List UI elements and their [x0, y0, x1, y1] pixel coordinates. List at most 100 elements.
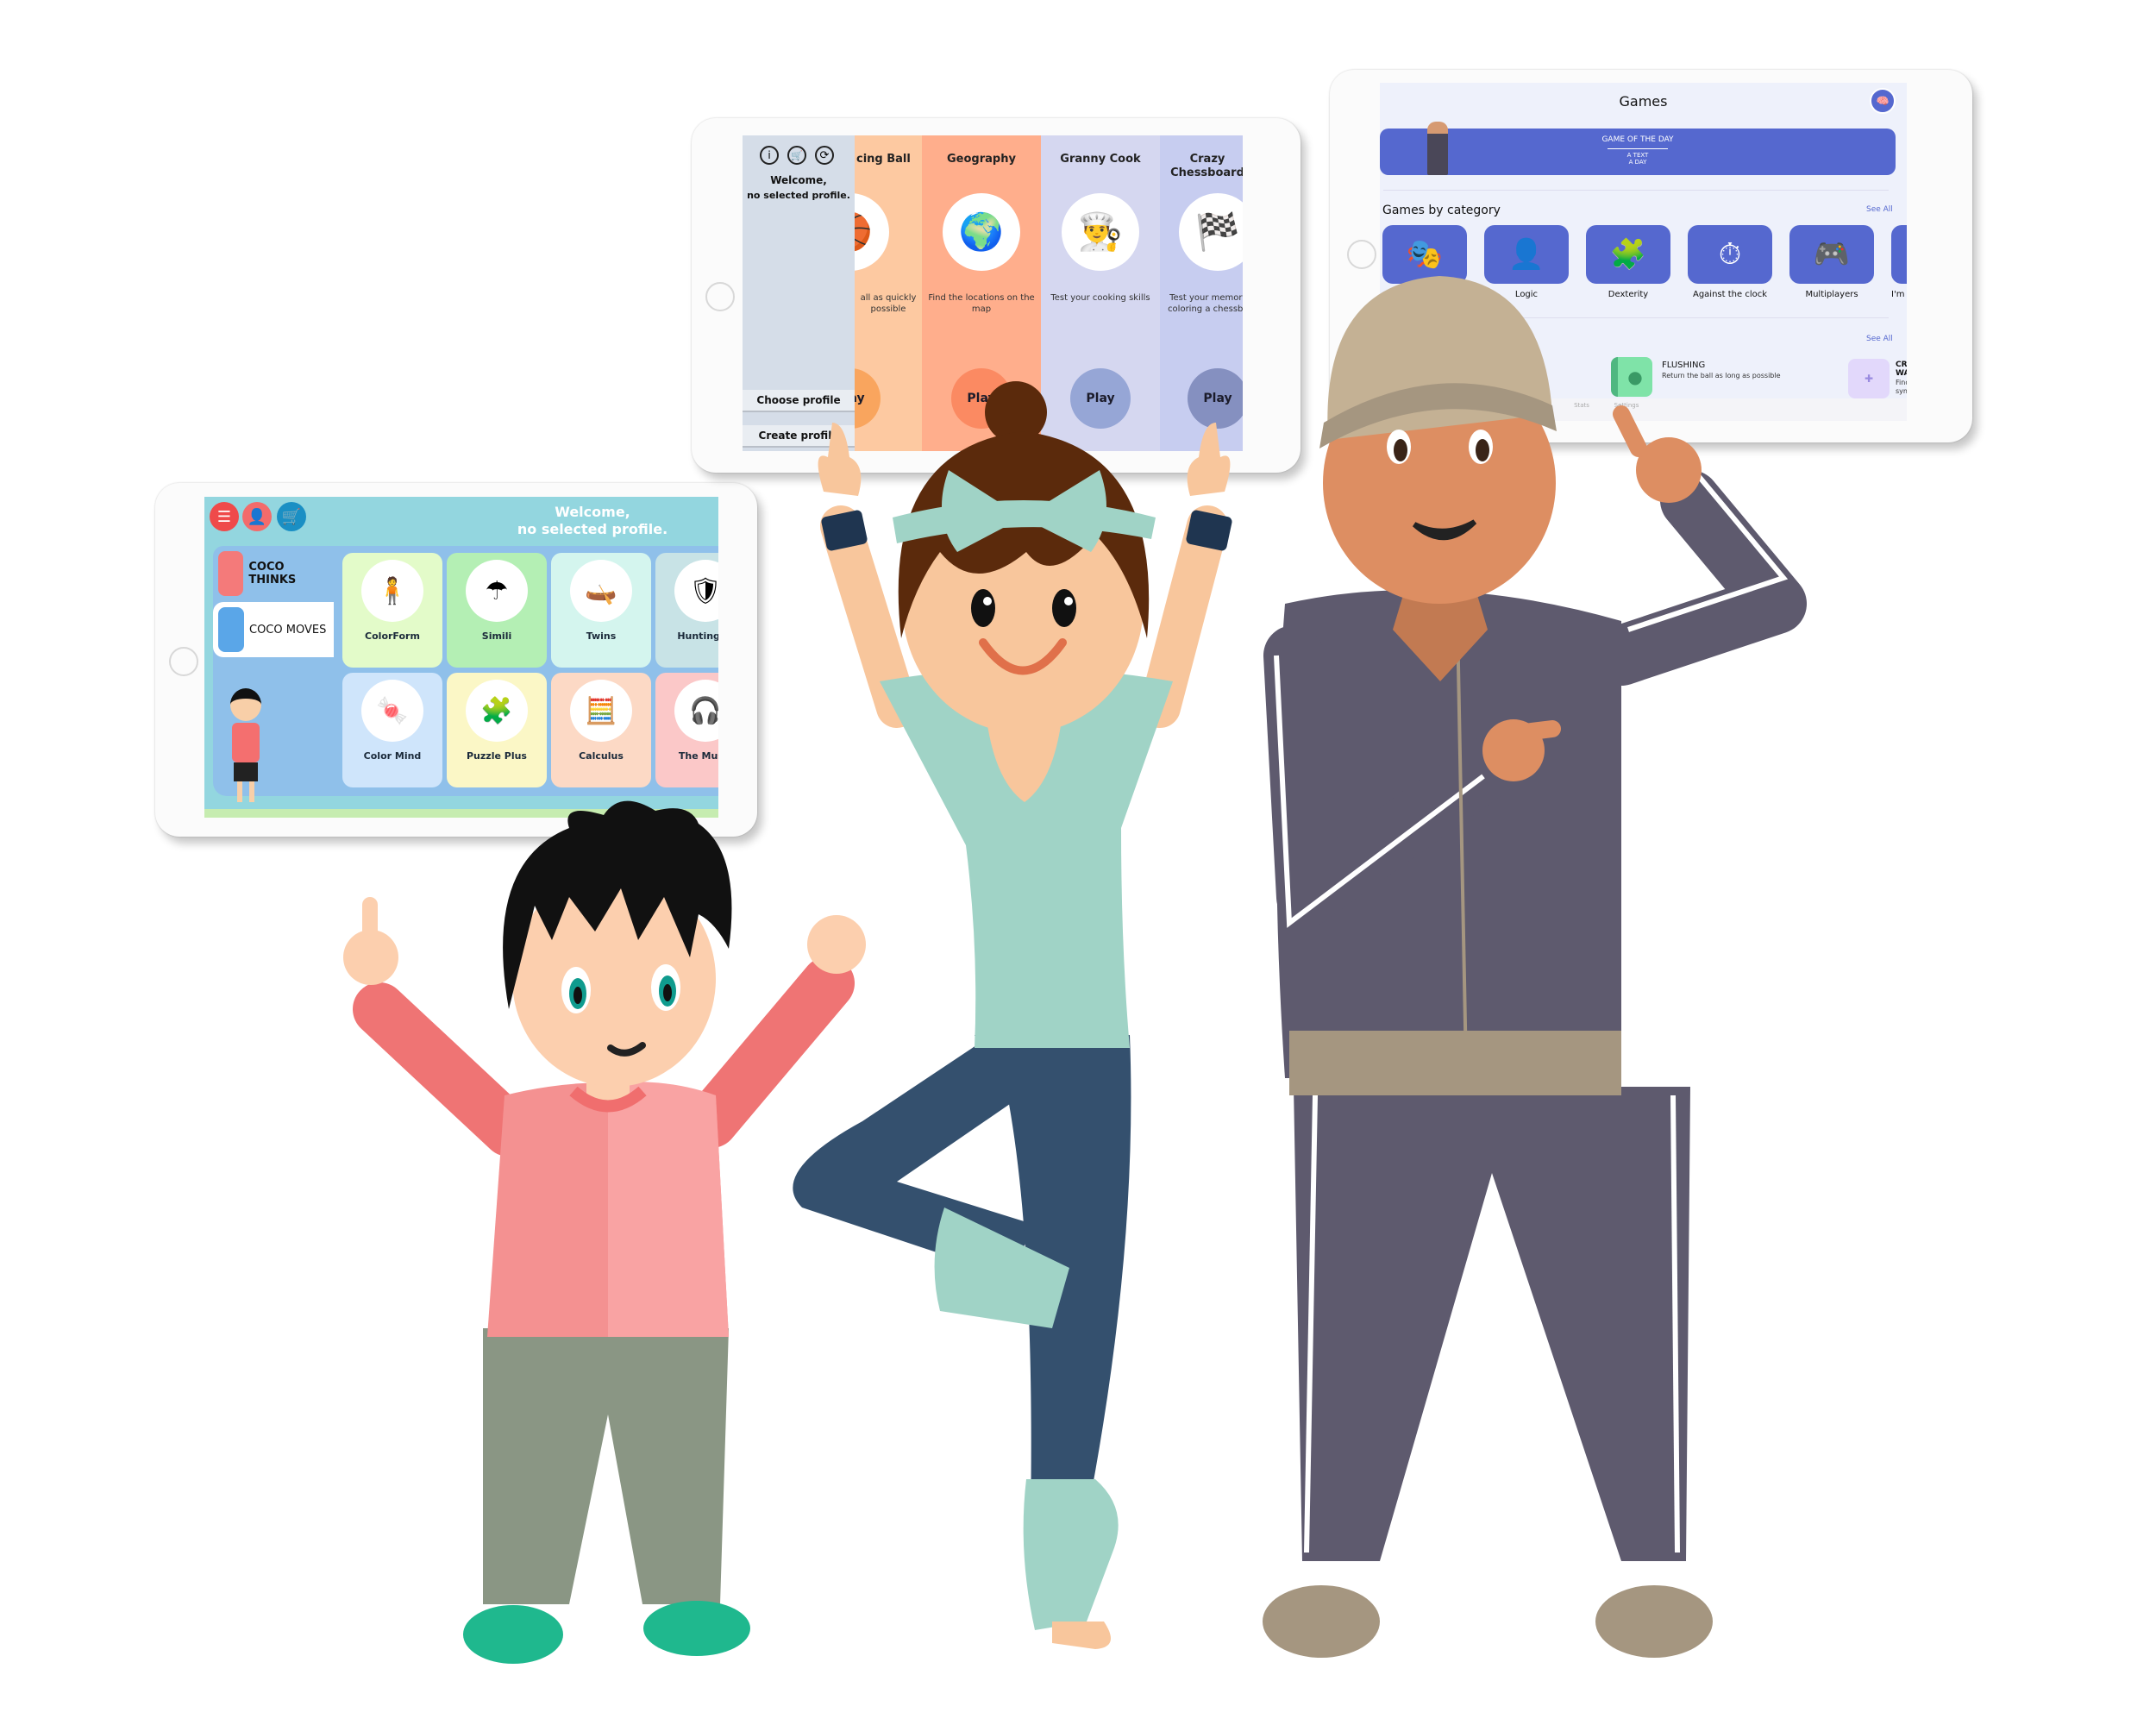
- game-label: Simili: [481, 630, 512, 642]
- game-title: Crazy Chessboard: [1170, 153, 1243, 179]
- boy-cap-avatar: [218, 607, 244, 652]
- refresh-icon[interactable]: ⟳: [815, 146, 834, 165]
- game-icon: ☂: [466, 560, 528, 622]
- see-all-link-2[interactable]: See All: [1866, 335, 1893, 343]
- game-card[interactable]: 🎧 The Music: [655, 673, 718, 787]
- tab-settings[interactable]: Settings: [1601, 402, 1652, 409]
- game-label: The Music: [678, 750, 718, 762]
- headband: [893, 500, 1156, 543]
- man-jacket: [1276, 590, 1621, 1078]
- category-label: I'm: [1891, 290, 1905, 299]
- profile-icon[interactable]: 👤: [242, 502, 272, 531]
- see-all-link[interactable]: See All: [1866, 205, 1893, 214]
- left-wristband: [821, 510, 868, 551]
- game-card[interactable]: 🧩 Puzzle Plus: [447, 673, 547, 787]
- welcome-text: Welcome, no selected profile.: [517, 504, 668, 537]
- cart-icon[interactable]: 🛒: [787, 146, 806, 165]
- home-button[interactable]: [169, 647, 198, 676]
- menu-icon[interactable]: ☰: [210, 502, 239, 531]
- flushing-title: FLUSHING: [1662, 361, 1706, 370]
- game-card[interactable]: ☂ Simili: [447, 553, 547, 668]
- leg-warmer: [934, 1208, 1069, 1328]
- category-category-tile[interactable]: [1891, 225, 1907, 284]
- game-title: Granny Cook: [1060, 153, 1141, 166]
- tab-stats[interactable]: Stats: [1556, 402, 1608, 409]
- game-of-the-day-banner[interactable]: GAME OF THE DAY A TEXT A DAY: [1380, 122, 1896, 175]
- info-icon[interactable]: i: [760, 146, 779, 165]
- cart-icon[interactable]: 🛒: [277, 502, 306, 531]
- game-label: Calculus: [579, 750, 624, 762]
- game-icon: 🎧: [674, 680, 718, 742]
- game-label: Color Mind: [363, 750, 422, 762]
- ground-strip: [204, 809, 718, 818]
- character-icon: [1427, 122, 1448, 175]
- game-column[interactable]: Geography 🌍 Find the locations on the map P…: [922, 135, 1041, 451]
- right-tablet-screen: Games 🧠 GAME OF THE DAY A TEXT A DAY Gam…: [1380, 83, 1907, 421]
- theater-masks-category-tile[interactable]: 🎭: [1382, 225, 1467, 284]
- game-description: Test your memory by coloring a chessboar…: [1168, 293, 1243, 314]
- create-profile-button[interactable]: Create profile: [743, 425, 855, 448]
- play-button[interactable]: Play: [855, 368, 881, 429]
- man-pointing-hand: [1636, 437, 1702, 503]
- profile-avatar[interactable]: 🧠: [1870, 88, 1896, 114]
- game-icon: 👨‍🍳: [1062, 193, 1139, 271]
- head-icon: 👤: [1507, 237, 1545, 272]
- game-title: cing Ball: [856, 153, 911, 166]
- featured-description-3: Find sym: [1896, 379, 1907, 395]
- stopwatch-category-tile[interactable]: ⏱: [1688, 225, 1772, 284]
- woman-character: [793, 381, 1232, 1649]
- game-icon: 🏁: [1179, 193, 1243, 271]
- game-label: Hunting In: [677, 630, 718, 642]
- head-category-tile[interactable]: 👤: [1484, 225, 1569, 284]
- middle-tablet-screen: i 🛒 ⟳ Welcome, no selected profile. Choos…: [743, 135, 1243, 451]
- tab-coach[interactable]: Coach: [1511, 402, 1563, 409]
- game-label: Twins: [586, 630, 617, 642]
- sidebar-item-coco-moves[interactable]: COCO MOVES: [213, 602, 334, 657]
- tab-games[interactable]: Games: [1466, 402, 1518, 409]
- puzzle-hands-category-tile[interactable]: 🧩: [1586, 225, 1670, 284]
- sidebar-item-coco-thinks[interactable]: COCO THINKS: [213, 546, 334, 601]
- divider: [1383, 190, 1889, 191]
- choose-profile-button[interactable]: Choose profile: [743, 390, 855, 412]
- sidebar-icons: i 🛒 ⟳: [760, 146, 834, 165]
- right-wristband: [1186, 510, 1232, 551]
- game-card[interactable]: 🍬 Color Mind: [342, 673, 442, 787]
- puzzle-hands-icon: 🧩: [1609, 237, 1647, 272]
- game-column[interactable]: Crazy Chessboard 🏁 Test your memory by col…: [1160, 135, 1243, 451]
- divider: [1383, 317, 1889, 318]
- man-right-shoe: [1595, 1585, 1713, 1658]
- game-icon: 🛡: [674, 560, 718, 622]
- game-icon: 🧩: [466, 680, 528, 742]
- flushing-icon[interactable]: ●: [1611, 357, 1652, 397]
- featured-text-1: of the most otos: [1483, 363, 1528, 382]
- game-icon: 🧮: [570, 680, 632, 742]
- crazy-icon[interactable]: ✚: [1848, 359, 1890, 398]
- boy-right-hand: [807, 915, 866, 974]
- game-label: Puzzle Plus: [467, 750, 527, 762]
- stopwatch-icon: ⏱: [1718, 237, 1742, 272]
- game-icon: 🌍: [943, 193, 1020, 271]
- game-column[interactable]: cing Ball 🏀 all as quickly possible Play: [855, 135, 922, 451]
- page-title: Games: [1619, 93, 1668, 110]
- game-title: Geography: [947, 153, 1016, 166]
- boy-avatar: [218, 551, 244, 596]
- category-label: Dexterity: [1608, 290, 1649, 299]
- game-card[interactable]: 🛡 Hunting In: [655, 553, 718, 668]
- woman-head: [902, 474, 1144, 733]
- game-card[interactable]: 🧮 Calculus: [551, 673, 651, 787]
- play-button[interactable]: Play: [951, 368, 1012, 429]
- game-card[interactable]: 🛶 Twins: [551, 553, 651, 668]
- play-button[interactable]: Play: [1188, 368, 1243, 429]
- game-card[interactable]: 🧍 ColorForm: [342, 553, 442, 668]
- game-icon: 🛶: [570, 560, 632, 622]
- man-character: [1263, 276, 1807, 1658]
- gamepad-category-tile[interactable]: 🎮: [1789, 225, 1874, 284]
- home-button[interactable]: [705, 282, 735, 311]
- game-column[interactable]: Granny Cook 👨‍🍳 Test your cooking skills Pl…: [1041, 135, 1160, 451]
- boy-head: [512, 871, 716, 1087]
- woman-top: [880, 668, 1173, 1048]
- game-icon: 🧍: [361, 560, 423, 622]
- home-button[interactable]: [1347, 240, 1376, 269]
- play-button[interactable]: Play: [1070, 368, 1131, 429]
- boy-pants: [483, 1328, 729, 1604]
